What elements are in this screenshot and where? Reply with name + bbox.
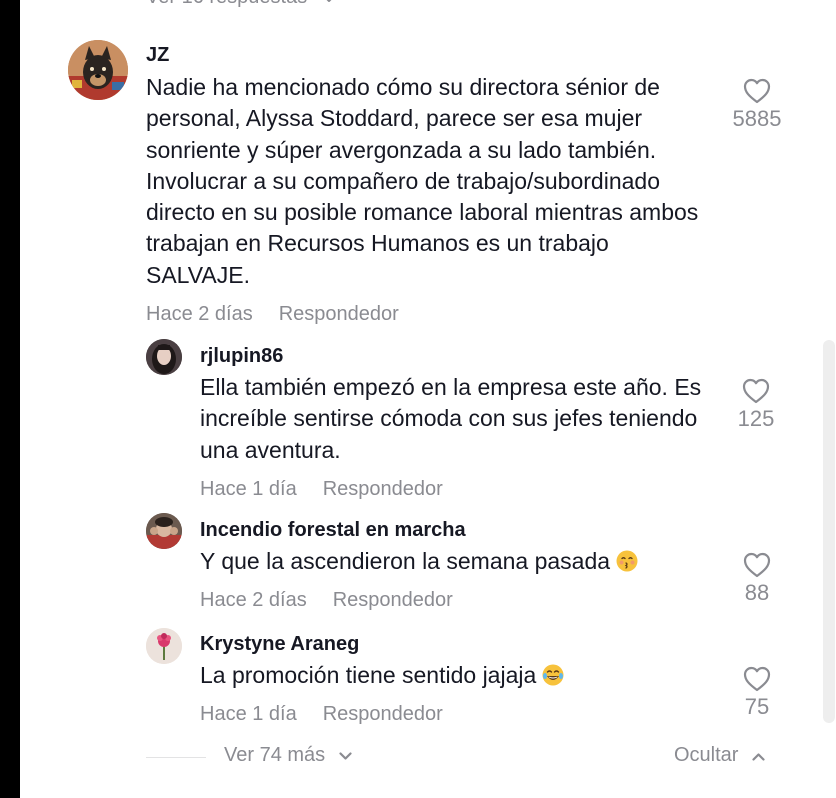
comment-time: Hace 1 día — [200, 703, 297, 725]
hide-replies-button[interactable]: Ocultar — [674, 744, 765, 767]
view-previous-replies-button[interactable]: Ver 16 respuestas — [146, 0, 335, 8]
tears-of-joy-emoji — [542, 663, 564, 686]
avatar[interactable] — [146, 339, 182, 375]
left-edge-bar — [0, 0, 20, 798]
comment-author[interactable]: JZ — [146, 44, 169, 67]
like-button[interactable]: 88 — [722, 552, 792, 606]
comment-meta: Hace 2 días Respondedor — [200, 589, 453, 612]
comment-text: Nadie ha mencionado cómo su directora sé… — [146, 74, 699, 288]
like-count: 88 — [744, 580, 770, 605]
heart-outline-icon — [722, 78, 792, 104]
comment-text: Ella también empezó en la empresa este a… — [200, 374, 702, 463]
comment-meta: Hace 2 días Respondedor — [146, 303, 399, 326]
heart-outline-icon — [722, 552, 792, 578]
chevron-up-icon — [752, 744, 765, 767]
view-more-label: Ver 74 más — [224, 744, 326, 766]
view-previous-replies-label: Ver 16 respuestas — [146, 0, 307, 8]
comment-author[interactable]: Krystyne Araneg — [200, 633, 359, 656]
comment-text-content: Y que la ascendieron la semana pasada — [200, 548, 611, 574]
reply-button[interactable]: Respondedor — [323, 478, 443, 500]
chevron-down-icon — [339, 744, 352, 767]
view-more-button[interactable]: Ver 74 más — [224, 744, 352, 767]
scrollbar[interactable] — [823, 340, 835, 723]
avatar[interactable] — [68, 40, 128, 100]
comment-time: Hace 1 día — [200, 478, 297, 500]
reply-button[interactable]: Respondedor — [333, 589, 453, 611]
comment-text: La promoción tiene sentido jajaja — [200, 660, 720, 691]
heart-outline-icon — [721, 378, 791, 404]
comment-text: Y que la ascendieron la semana pasada — [200, 546, 720, 577]
reply-button[interactable]: Respondedor — [323, 703, 443, 725]
chevron-down-icon — [323, 0, 335, 9]
comment-meta: Hace 1 día Respondedor — [200, 703, 443, 726]
comment-author[interactable]: Incendio forestal en marcha — [200, 519, 466, 542]
comment-time: Hace 2 días — [200, 589, 307, 611]
comment-time: Hace 2 días — [146, 303, 253, 325]
like-button[interactable]: 125 — [721, 378, 791, 432]
comment-meta: Hace 1 día Respondedor — [200, 478, 443, 501]
like-button[interactable]: 5885 — [722, 78, 792, 132]
comment-text-content: La promoción tiene sentido jajaja — [200, 662, 537, 688]
like-count: 5885 — [732, 106, 782, 131]
like-count: 125 — [737, 406, 775, 431]
divider — [146, 757, 206, 758]
avatar[interactable] — [146, 628, 182, 664]
kissing-face-emoji — [616, 549, 638, 572]
comment-author[interactable]: rjlupin86 — [200, 345, 283, 368]
hide-replies-label: Ocultar — [674, 744, 739, 766]
avatar[interactable] — [146, 513, 182, 549]
heart-outline-icon — [722, 666, 792, 692]
like-count: 75 — [744, 694, 770, 719]
like-button[interactable]: 75 — [722, 666, 792, 720]
reply-button[interactable]: Respondedor — [279, 303, 399, 325]
